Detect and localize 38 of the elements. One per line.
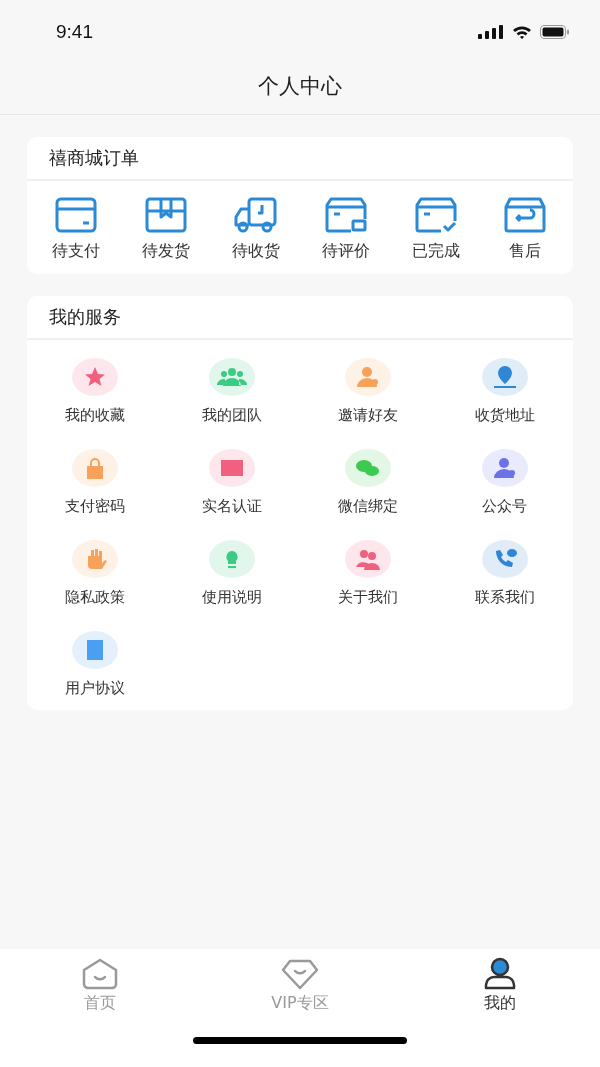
- service-item[interactable]: 使用说明: [201, 540, 262, 607]
- order-status-button[interactable]: 待支付: [52, 195, 100, 262]
- section-title: 我的服务: [49, 305, 121, 329]
- wifi-icon: [512, 25, 532, 39]
- service-item[interactable]: 我的团队: [201, 358, 262, 425]
- page-title: 个人中心: [258, 73, 342, 100]
- card-icon: [53, 195, 99, 235]
- icon-background: [208, 540, 255, 578]
- service-item[interactable]: 隐私政策: [65, 540, 126, 607]
- order-status-button[interactable]: 已完成: [412, 195, 460, 262]
- service-item[interactable]: 微信绑定: [338, 449, 399, 516]
- service-item[interactable]: 联系我们: [474, 540, 535, 607]
- box-check-icon: [413, 195, 459, 235]
- service-item[interactable]: 支付密码: [65, 449, 126, 516]
- service-item[interactable]: 公众号: [481, 449, 528, 516]
- service-item[interactable]: 关于我们: [338, 540, 399, 607]
- icon-background: [72, 358, 119, 396]
- order-status-button[interactable]: 待收货: [232, 195, 280, 262]
- box-message-icon: [323, 195, 369, 235]
- service-item[interactable]: 用户协议: [65, 631, 126, 698]
- service-item[interactable]: 我的收藏: [65, 358, 126, 425]
- status-time: 9:41: [56, 21, 93, 43]
- service-item[interactable]: 邀请好友: [338, 358, 399, 425]
- diamond-icon: [280, 957, 320, 991]
- service-item[interactable]: 实名认证: [201, 449, 262, 516]
- battery-icon: [540, 25, 570, 39]
- order-status-button[interactable]: 待评价: [322, 195, 370, 262]
- box-icon: [143, 195, 189, 235]
- section-title: 禧商城订单: [49, 146, 139, 170]
- order-status-button[interactable]: 售后: [502, 195, 548, 262]
- order-status-button[interactable]: 待发货: [142, 195, 190, 262]
- house-icon: [80, 957, 120, 991]
- truck-icon: [233, 195, 279, 235]
- icon-background: [481, 540, 528, 578]
- service-item[interactable]: 收货地址: [474, 358, 535, 425]
- tab[interactable]: 我的: [440, 957, 560, 1027]
- box-return-icon: [502, 195, 548, 235]
- signal-icon: [478, 25, 504, 39]
